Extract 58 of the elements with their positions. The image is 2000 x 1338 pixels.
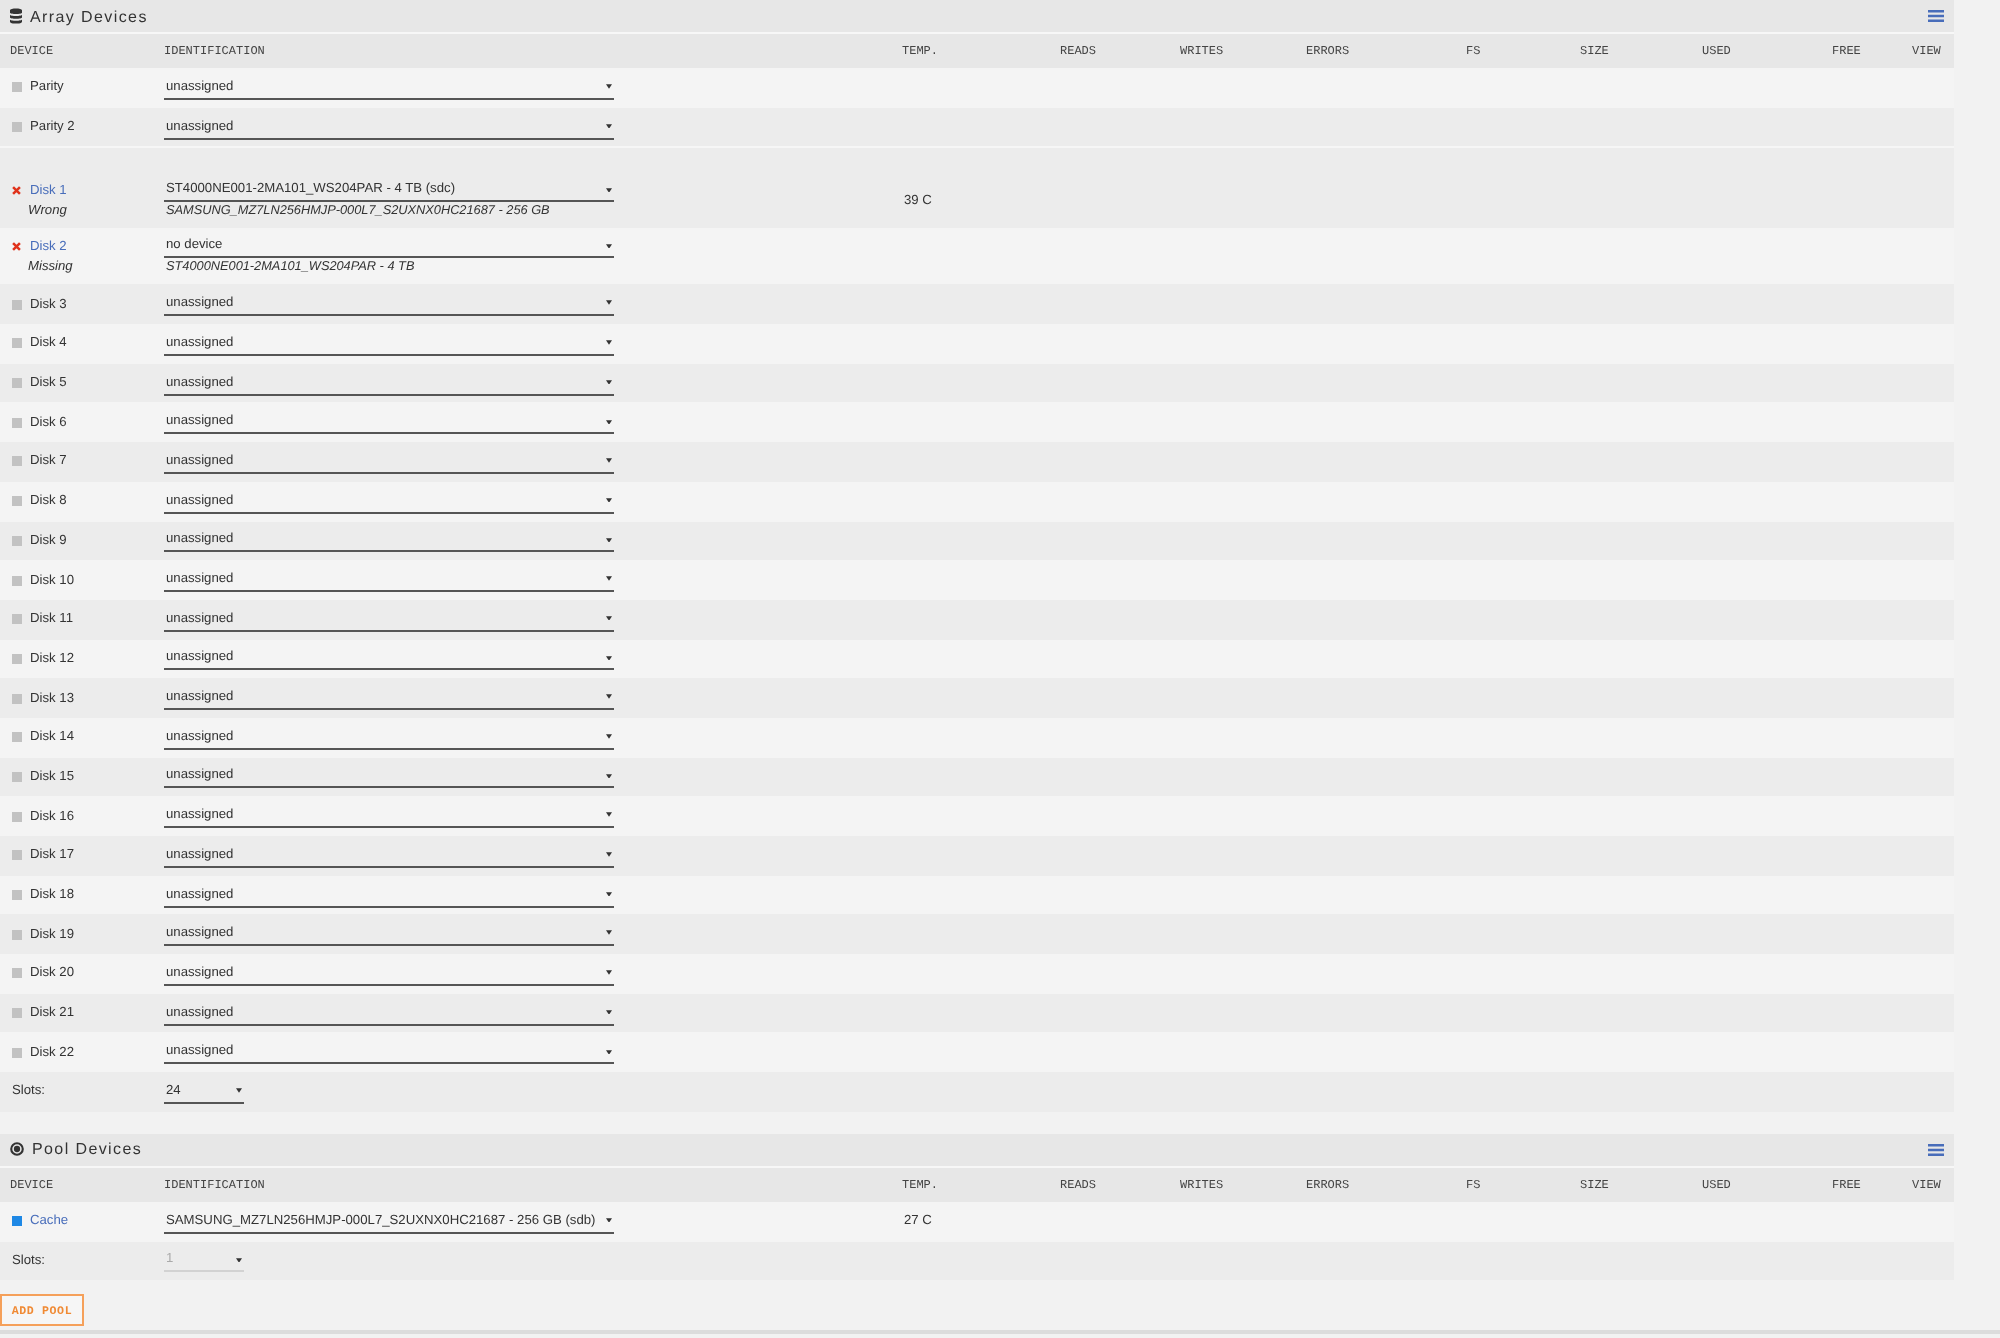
square-icon xyxy=(12,890,22,901)
caret-icon xyxy=(606,930,612,936)
square-icon xyxy=(12,614,22,625)
cross-icon xyxy=(12,186,22,196)
caret-icon xyxy=(606,1009,612,1015)
section-title: Array Devices xyxy=(30,7,148,25)
square-icon xyxy=(12,693,22,704)
caret-icon xyxy=(606,734,612,740)
square-icon xyxy=(12,929,22,940)
square-icon xyxy=(12,122,22,133)
section-title: Pool Devices xyxy=(32,1140,143,1159)
square-icon xyxy=(12,968,22,979)
list-icon[interactable] xyxy=(1928,10,1944,22)
square-icon xyxy=(12,771,22,782)
caret-icon xyxy=(606,694,612,700)
caret-icon xyxy=(606,615,612,621)
square-icon xyxy=(12,417,22,428)
square-icon xyxy=(12,535,22,546)
caret-icon xyxy=(606,970,612,976)
square-icon xyxy=(12,299,22,310)
square-icon xyxy=(12,1216,22,1227)
caret-icon xyxy=(606,340,612,346)
caret-icon xyxy=(606,773,612,779)
caret-icon xyxy=(606,852,612,858)
square-icon xyxy=(12,82,22,93)
list-icon[interactable] xyxy=(1928,1143,1944,1156)
circle-dot-icon xyxy=(10,1142,24,1157)
caret-icon xyxy=(606,891,612,897)
square-icon xyxy=(12,338,22,349)
caret-icon xyxy=(606,84,612,90)
caret-icon xyxy=(236,1257,242,1263)
cross-icon xyxy=(12,242,22,252)
caret-icon xyxy=(606,187,612,193)
caret-icon xyxy=(606,379,612,385)
caret-icon xyxy=(606,537,612,543)
caret-icon xyxy=(606,497,612,503)
caret-icon xyxy=(606,1049,612,1055)
square-icon xyxy=(12,653,22,664)
square-icon xyxy=(12,1008,22,1019)
caret-icon xyxy=(606,576,612,582)
square-icon xyxy=(12,456,22,467)
caret-icon xyxy=(606,243,612,249)
caret-icon xyxy=(236,1088,242,1094)
square-icon xyxy=(12,850,22,861)
caret-icon xyxy=(606,419,612,425)
caret-icon xyxy=(606,458,612,464)
caret-icon xyxy=(606,655,612,661)
square-icon xyxy=(12,378,22,389)
square-icon xyxy=(12,575,22,586)
square-icon xyxy=(12,732,22,743)
caret-icon xyxy=(606,300,612,306)
square-icon xyxy=(12,1047,22,1058)
caret-icon xyxy=(606,1217,612,1223)
square-icon xyxy=(12,811,22,822)
square-icon xyxy=(12,496,22,507)
database-icon xyxy=(10,8,22,24)
caret-icon xyxy=(606,812,612,818)
caret-icon xyxy=(606,123,612,129)
